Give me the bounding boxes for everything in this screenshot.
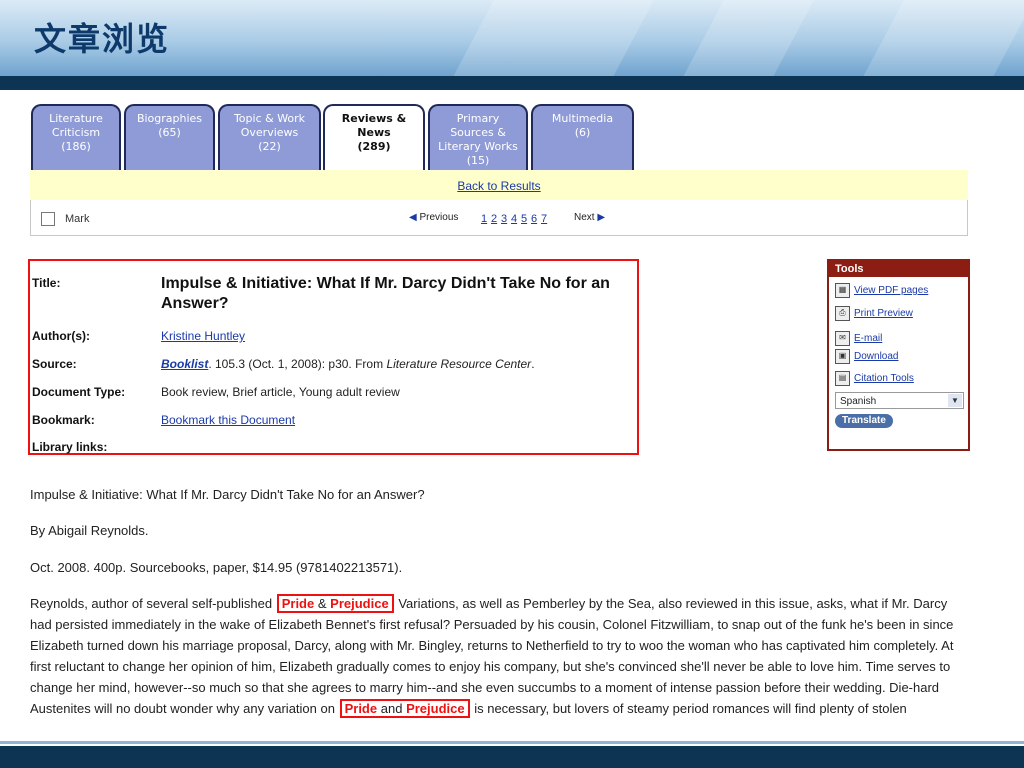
footer-bar <box>0 746 1024 768</box>
header-decoration <box>850 0 1024 76</box>
highlight-box: Pride and Prejudice <box>339 699 470 718</box>
tab-label: Topic & Work Overviews <box>233 112 306 139</box>
article-body: Reynolds, author of several self-publish… <box>30 593 972 740</box>
highlight-word: Prejudice <box>330 596 389 611</box>
highlight-connector: and <box>380 701 403 716</box>
footer-line <box>0 741 1024 744</box>
tab-label: Reviews & News <box>341 112 407 139</box>
highlight-box: Pride & Prejudice <box>276 594 394 613</box>
bookmark-label: Bookmark: <box>32 413 95 427</box>
body-text: Reynolds, author of several self-publish… <box>30 596 273 611</box>
tab-label: Primary Sources & Literary Works <box>438 112 518 153</box>
page-link-3[interactable]: 3 <box>501 213 507 225</box>
source-value: Booklist. 105.3 (Oct. 1, 2008): p30. Fro… <box>161 357 535 371</box>
citation-tools-link[interactable]: ▤ Citation Tools <box>835 371 914 386</box>
save-icon: ▣ <box>835 349 850 364</box>
tab-literature-criticism[interactable]: Literature Criticism (186) <box>31 104 121 170</box>
tool-label: Citation Tools <box>854 373 914 384</box>
translate-button[interactable]: Translate <box>835 414 893 428</box>
back-to-results-link[interactable]: Back to Results <box>30 179 968 193</box>
source-label: Source: <box>32 357 77 371</box>
tab-count: (22) <box>258 140 281 153</box>
highlight-word: Prejudice <box>406 701 465 716</box>
page-link-7[interactable]: 7 <box>541 213 547 225</box>
author-link[interactable]: Kristine Huntley <box>161 329 245 343</box>
tab-label: Literature Criticism <box>49 112 103 139</box>
doctype-label: Document Type: <box>32 385 126 399</box>
document-metadata: Title: Impulse & Initiative: What If Mr.… <box>28 259 639 455</box>
triangle-right-icon: ▶ <box>597 212 606 223</box>
body-text: Variations, as well as Pemberley by the … <box>30 596 954 716</box>
triangle-left-icon: ◀ <box>409 212 417 223</box>
pdf-icon: ▦ <box>835 283 850 298</box>
source-publication-link[interactable]: Booklist <box>161 357 208 371</box>
next-label: Next <box>574 212 595 223</box>
slide-title: 文章浏览 <box>34 20 171 58</box>
header-bar <box>0 76 1024 90</box>
email-icon: ✉ <box>835 331 850 346</box>
page-link-4[interactable]: 4 <box>511 213 517 225</box>
tab-count: (65) <box>158 126 181 139</box>
body-text: is necessary, but lovers of steamy perio… <box>474 701 907 716</box>
highlight-word: Pride <box>281 596 315 611</box>
source-database: Literature Resource Center <box>386 357 532 371</box>
page-link-5[interactable]: 5 <box>521 213 527 225</box>
tool-label: View PDF pages <box>854 285 929 296</box>
tool-label: Print Preview <box>854 308 913 319</box>
previous-label: Previous <box>419 212 459 223</box>
printer-icon: ⎙ <box>835 306 850 321</box>
article-title-line: Impulse & Initiative: What If Mr. Darcy … <box>30 487 425 502</box>
chevron-down-icon: ▼ <box>948 394 962 407</box>
tool-label: Download <box>854 351 899 362</box>
tab-multimedia[interactable]: Multimedia (6) <box>531 104 634 170</box>
tab-topic-work-overviews[interactable]: Topic & Work Overviews (22) <box>218 104 321 170</box>
tab-label: Biographies <box>136 112 203 125</box>
download-link[interactable]: ▣ Download <box>835 349 898 364</box>
tools-heading: Tools <box>829 261 968 277</box>
source-end: . <box>531 357 535 371</box>
article-pubinfo: Oct. 2008. 400p. Sourcebooks, paper, $14… <box>30 560 403 575</box>
bookmark-link[interactable]: Bookmark this Document <box>161 413 295 427</box>
page-link-6[interactable]: 6 <box>531 213 537 225</box>
tab-count: (186) <box>61 140 91 153</box>
title-label: Title: <box>32 276 61 290</box>
document-title: Impulse & Initiative: What If Mr. Darcy … <box>161 275 610 312</box>
source-details: . 105.3 (Oct. 1, 2008): p30. From <box>208 357 387 371</box>
language-select[interactable]: Spanish ▼ <box>835 392 964 409</box>
doctype-value: Book review, Brief article, Young adult … <box>161 385 400 399</box>
view-pdf-link[interactable]: ▦ View PDF pages <box>835 283 928 298</box>
slide-header: 文章浏览 <box>0 0 1024 76</box>
tab-count: (15) <box>466 154 490 167</box>
results-bar: Back to Results <box>30 170 968 200</box>
tab-primary-sources[interactable]: Primary Sources & Literary Works (15) <box>428 104 528 170</box>
header-decoration <box>440 0 660 76</box>
tab-biographies[interactable]: Biographies (65) <box>124 104 215 170</box>
author-label: Author(s): <box>32 329 90 343</box>
mark-checkbox[interactable] <box>41 212 55 226</box>
highlight-connector: & <box>317 596 327 611</box>
page-link-1[interactable]: 1 <box>481 213 487 225</box>
print-preview-link[interactable]: ⎙ Print Preview <box>835 306 913 321</box>
previous-button[interactable]: ◀ Previous <box>409 212 458 223</box>
tab-count: (289) <box>357 140 391 153</box>
next-button[interactable]: Next ▶ <box>574 212 605 223</box>
document-nav-bar: Mark ◀ Previous 1 2 3 4 5 6 7 Next ▶ <box>30 200 968 236</box>
citation-icon: ▤ <box>835 371 850 386</box>
tab-count: (6) <box>574 126 591 139</box>
mark-label: Mark <box>65 213 90 225</box>
page-link-2[interactable]: 2 <box>491 213 497 225</box>
library-links-label: Library links: <box>32 440 108 454</box>
tools-panel: Tools ▦ View PDF pages ⎙ Print Preview ✉ E-… <box>827 259 970 451</box>
tab-reviews-news[interactable]: Reviews & News (289) <box>323 104 425 170</box>
tool-label: E-mail <box>854 333 883 344</box>
language-value: Spanish <box>840 396 877 407</box>
highlight-word: Pride <box>344 701 378 716</box>
article-byline: By Abigail Reynolds. <box>30 523 149 538</box>
header-decoration <box>670 0 820 76</box>
tab-label: Multimedia <box>551 112 614 125</box>
email-link[interactable]: ✉ E-mail <box>835 331 882 346</box>
